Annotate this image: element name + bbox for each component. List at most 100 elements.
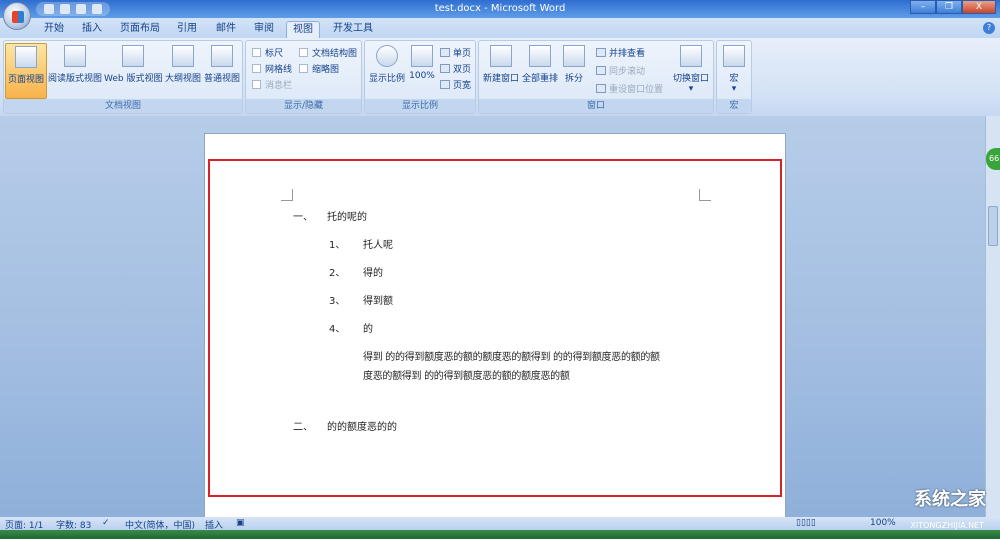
- tab-review[interactable]: 审阅: [248, 21, 280, 39]
- tab-page-layout[interactable]: 页面布局: [114, 21, 166, 39]
- gridlines-checkbox[interactable]: 网格线: [252, 62, 292, 75]
- paragraph-line: 度恶的额得到 的的得到额度恶的额的额度恶的额: [363, 371, 570, 382]
- macros-button[interactable]: 宏 ▾: [721, 43, 747, 99]
- zoom-button[interactable]: 显示比例: [367, 43, 407, 99]
- macro-icon: [723, 45, 745, 67]
- page-100-icon: [411, 45, 433, 67]
- arrange-icon: [529, 45, 551, 67]
- list-number: 4、: [329, 324, 346, 335]
- tab-developer[interactable]: 开发工具: [327, 21, 379, 39]
- web-layout-button[interactable]: Web 版式视图: [104, 43, 162, 99]
- arrange-all-button[interactable]: 全部重排: [521, 43, 559, 99]
- list-number: 1、: [329, 240, 346, 251]
- heading-text: 的的额度恶的的: [327, 422, 397, 433]
- heading-number: 二、: [293, 422, 313, 433]
- print-preview-icon[interactable]: [92, 4, 102, 14]
- sync-scroll-icon: [596, 66, 606, 75]
- title-bar: test.docx - Microsoft Word – ❐ X: [0, 0, 1000, 18]
- office-logo-icon: [12, 11, 24, 23]
- reset-position-button[interactable]: 重设窗口位置: [596, 82, 663, 95]
- group-label: 窗口: [479, 99, 713, 113]
- zoom-100-button[interactable]: 100%: [407, 43, 437, 99]
- globe-icon: [122, 45, 144, 67]
- side-badge: 66: [986, 148, 1000, 170]
- page-width-icon: [440, 80, 450, 89]
- reset-position-icon: [596, 84, 606, 93]
- proofing-icon[interactable]: ✓: [102, 518, 110, 528]
- tab-references[interactable]: 引用: [171, 21, 203, 39]
- paragraph-line: 得到 的的得到额度恶的额的额度恶的额得到 的的得到额度恶的额的额: [363, 352, 660, 363]
- undo-icon[interactable]: [60, 4, 70, 14]
- view-buttons-icon[interactable]: ▯▯▯▯: [796, 518, 816, 528]
- quick-access-toolbar: [36, 2, 110, 16]
- outline-icon: [172, 45, 194, 67]
- tab-view[interactable]: 视图: [286, 21, 320, 39]
- ribbon: 页面视图 阅读版式视图 Web 版式视图 大纲视图 普通视图 文档视图 标尺 文…: [0, 38, 1000, 116]
- new-window-icon: [490, 45, 512, 67]
- help-icon[interactable]: ?: [983, 22, 995, 34]
- reading-layout-button[interactable]: 阅读版式视图: [48, 43, 102, 99]
- tab-mailings[interactable]: 邮件: [210, 21, 242, 39]
- minimize-button[interactable]: –: [910, 0, 936, 14]
- heading-number: 一、: [293, 212, 313, 223]
- window-title: test.docx - Microsoft Word: [434, 3, 566, 14]
- ribbon-tabs: 开始 插入 页面布局 引用 邮件 审阅 视图 开发工具 ?: [0, 18, 1000, 39]
- group-label: 宏: [717, 99, 751, 113]
- close-button[interactable]: X: [962, 0, 996, 14]
- one-page-button[interactable]: 单页: [440, 46, 471, 59]
- heading-text: 托的呢的: [327, 212, 367, 223]
- side-by-side-button[interactable]: 并排查看: [596, 46, 645, 59]
- magnifier-icon: [376, 45, 398, 67]
- tab-insert[interactable]: 插入: [76, 21, 108, 39]
- one-page-icon: [440, 48, 450, 57]
- switch-windows-icon: [680, 45, 702, 67]
- macro-record-icon[interactable]: ▣: [236, 518, 245, 528]
- two-pages-icon: [440, 64, 450, 73]
- group-label: 显示/隐藏: [246, 99, 361, 113]
- watermark-logo: 系统之家: [914, 489, 986, 510]
- page-width-button[interactable]: 页宽: [440, 78, 471, 91]
- draft-icon: [211, 45, 233, 67]
- vertical-scrollbar[interactable]: [985, 116, 1000, 517]
- ruler-checkbox[interactable]: 标尺: [252, 46, 283, 59]
- zoom-level[interactable]: 100%: [870, 518, 896, 528]
- split-button[interactable]: 拆分: [561, 43, 587, 99]
- office-button[interactable]: [3, 2, 31, 30]
- outline-button[interactable]: 大纲视图: [164, 43, 202, 99]
- split-icon: [563, 45, 585, 67]
- draft-button[interactable]: 普通视图: [203, 43, 241, 99]
- scroll-thumb[interactable]: [988, 206, 998, 246]
- list-number: 3、: [329, 296, 346, 307]
- message-bar-checkbox[interactable]: 消息栏: [252, 78, 292, 91]
- list-item: 托人呢: [363, 240, 393, 251]
- thumbnails-checkbox[interactable]: 缩略图: [299, 62, 339, 75]
- group-label: 显示比例: [365, 99, 475, 113]
- book-icon: [64, 45, 86, 67]
- tab-home[interactable]: 开始: [38, 21, 70, 39]
- status-bar: 页面: 1/1 字数: 83 ✓ 中文(简体，中国) 插入 ▣ ▯▯▯▯ 100…: [0, 517, 1000, 531]
- document-map-checkbox[interactable]: 文档结构图: [299, 46, 357, 59]
- redo-icon[interactable]: [76, 4, 86, 14]
- document-page[interactable]: 一、 托的呢的 1、 托人呢 2、 得的 3、 得到额 4、 的 得到 的的得到…: [204, 133, 786, 523]
- restore-button[interactable]: ❐: [936, 0, 962, 14]
- two-pages-button[interactable]: 双页: [440, 62, 471, 75]
- sync-scroll-button[interactable]: 同步滚动: [596, 64, 645, 77]
- taskbar: [0, 530, 1000, 539]
- watermark-url: XITONGZHIJIA.NET: [910, 521, 984, 530]
- save-icon[interactable]: [44, 4, 54, 14]
- list-number: 2、: [329, 268, 346, 279]
- group-zoom: 显示比例 100% 单页 双页 页宽 显示比例: [364, 40, 476, 114]
- page-icon: [15, 46, 37, 68]
- new-window-button[interactable]: 新建窗口: [481, 43, 521, 99]
- print-layout-button[interactable]: 页面视图: [5, 43, 47, 99]
- group-label: 文档视图: [4, 99, 242, 113]
- group-macros: 宏 ▾ 宏: [716, 40, 752, 114]
- group-document-views: 页面视图 阅读版式视图 Web 版式视图 大纲视图 普通视图 文档视图: [3, 40, 243, 114]
- list-item: 得的: [363, 268, 383, 279]
- document-area: 一、 托的呢的 1、 托人呢 2、 得的 3、 得到额 4、 的 得到 的的得到…: [0, 116, 985, 523]
- switch-windows-button[interactable]: 切换窗口 ▾: [671, 43, 711, 99]
- group-show-hide: 标尺 文档结构图 网格线 缩略图 消息栏 显示/隐藏: [245, 40, 362, 114]
- group-window: 新建窗口 全部重排 拆分 并排查看 同步滚动 重设窗口位置 切换窗口 ▾ 窗口: [478, 40, 714, 114]
- list-item: 的: [363, 324, 373, 335]
- side-by-side-icon: [596, 48, 606, 57]
